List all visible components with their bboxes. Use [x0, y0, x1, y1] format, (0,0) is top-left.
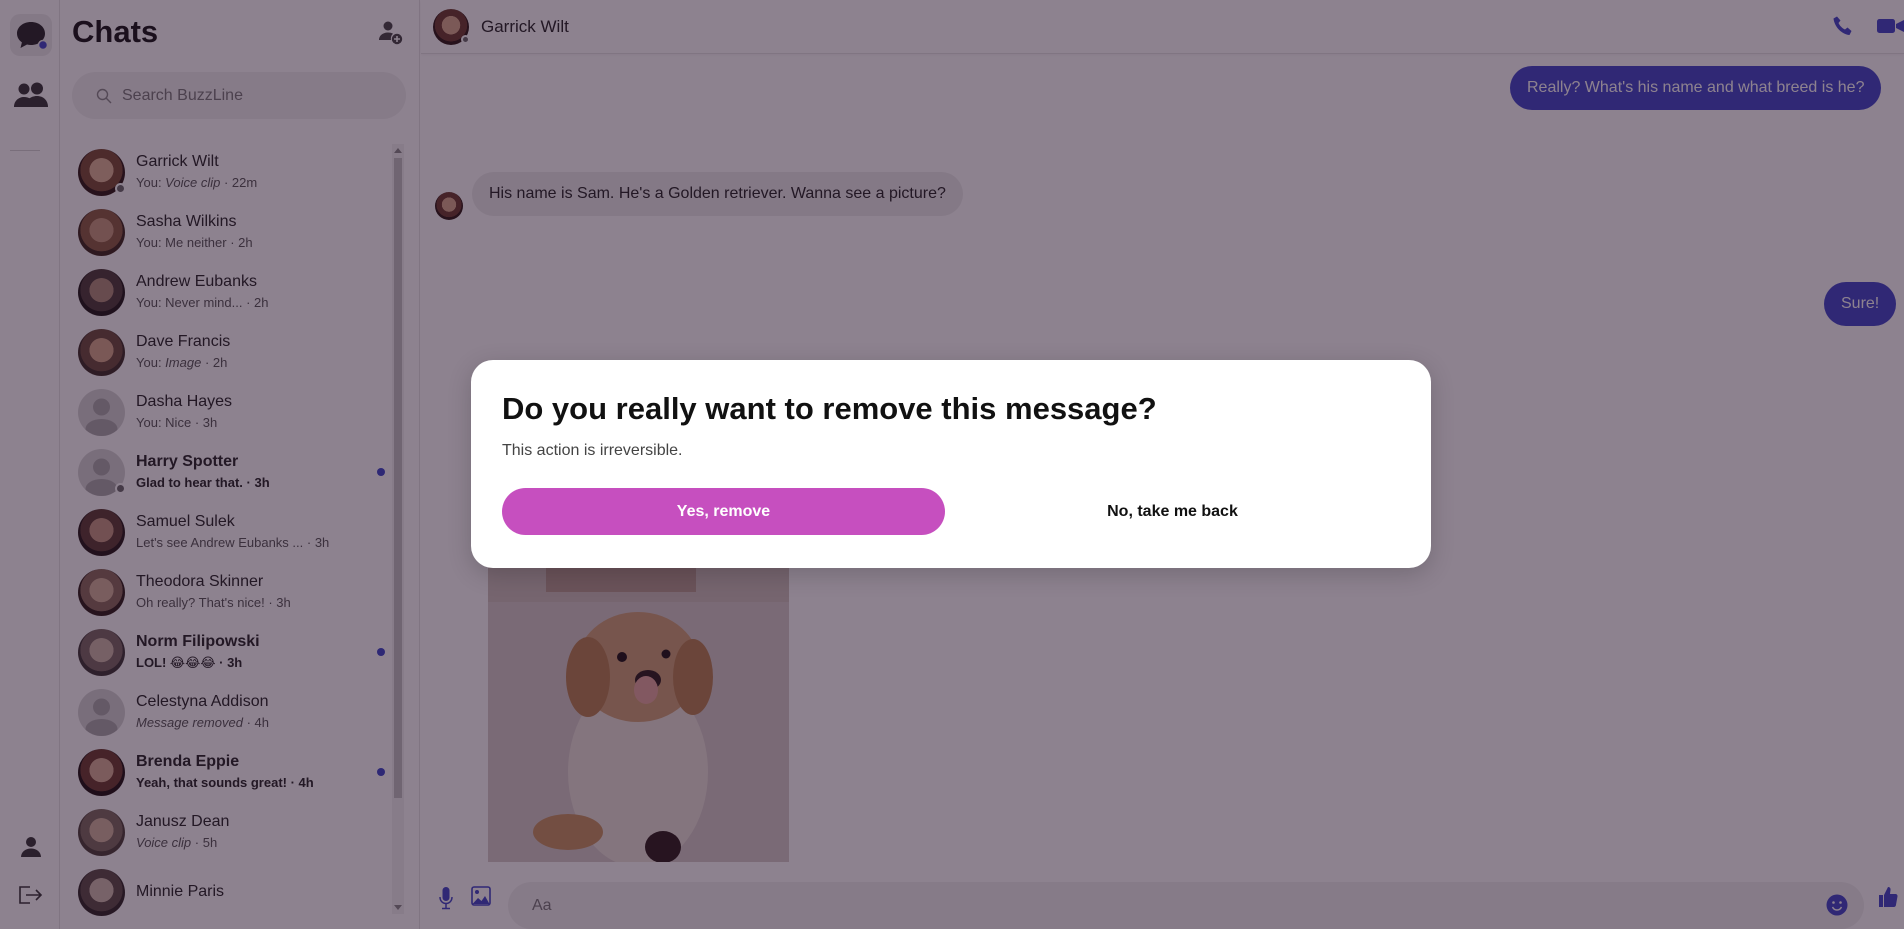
dialog-subtitle: This action is irreversible.	[502, 442, 683, 459]
confirm-remove-button[interactable]: Yes, remove	[502, 488, 945, 535]
remove-message-dialog: Do you really want to remove this messag…	[471, 360, 1431, 568]
cancel-button[interactable]: No, take me back	[945, 488, 1400, 535]
dialog-actions: Yes, remove No, take me back	[502, 488, 1400, 535]
dialog-title: Do you really want to remove this messag…	[502, 391, 1157, 426]
